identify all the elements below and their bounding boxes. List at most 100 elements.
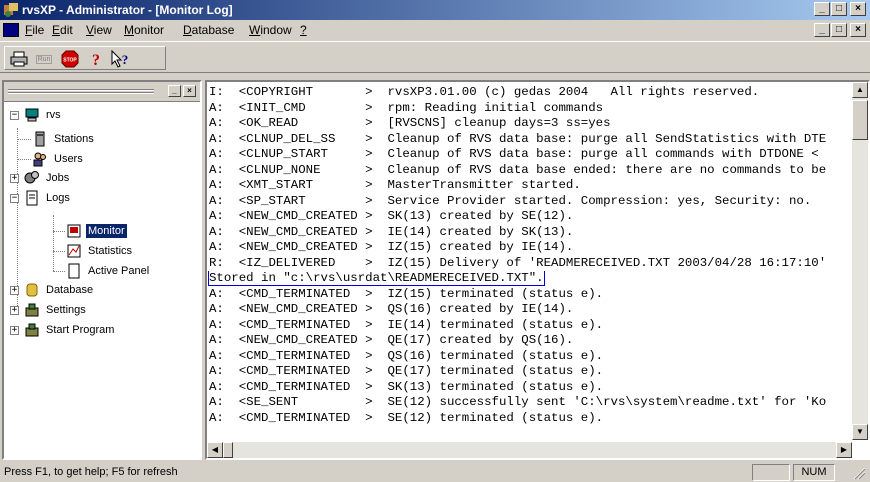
log-line[interactable]: A: <CLNUP_DEL_SS > Cleanup of RVS data b… xyxy=(207,132,852,148)
log-line-text: A: <NEW_CMD_CREATED > SK(13) created by … xyxy=(209,209,574,223)
log-line-text: I: <COPYRIGHT > rvsXP3.01.00 (c) gedas 2… xyxy=(209,85,760,99)
stations-icon xyxy=(35,131,45,147)
resize-grip[interactable] xyxy=(838,464,868,481)
menu-window[interactable]: Window xyxy=(249,23,292,37)
print-button[interactable] xyxy=(8,50,30,68)
horizontal-scrollbar[interactable]: ◀ ▶ xyxy=(207,442,852,458)
menu-edit[interactable]: Edit xyxy=(52,23,73,37)
log-line[interactable]: A: <XMT_START > MasterTransmitter starte… xyxy=(207,178,852,194)
log-line[interactable]: A: <CMD_TERMINATED > IZ(15) terminated (… xyxy=(207,287,852,303)
context-help-icon: ? xyxy=(111,50,128,68)
log-line[interactable]: A: <CMD_TERMINATED > QE(17) terminated (… xyxy=(207,364,852,380)
pane-minimize-button[interactable]: _ xyxy=(168,85,181,97)
tree-node-start-program[interactable]: Start Program xyxy=(24,321,116,339)
rvsxp-app-icon[interactable] xyxy=(3,2,19,18)
log-line[interactable]: A: <NEW_CMD_CREATED > IZ(15) created by … xyxy=(207,240,852,256)
vertical-scroll-thumb[interactable] xyxy=(852,100,868,140)
mdi-minimize-button[interactable]: _ xyxy=(814,23,830,37)
tree-label: Active Panel xyxy=(88,265,150,277)
status-panel-empty xyxy=(752,464,790,481)
log-line[interactable]: A: <NEW_CMD_CREATED > QS(16) created by … xyxy=(207,302,852,318)
menu-view[interactable]: View xyxy=(86,23,112,37)
log-line[interactable]: I: <COPYRIGHT > rvsXP3.01.00 (c) gedas 2… xyxy=(207,85,852,101)
log-line[interactable]: A: <CMD_TERMINATED > QS(16) terminated (… xyxy=(207,349,852,365)
svg-text:STOP: STOP xyxy=(63,58,77,64)
tree-node-stations[interactable]: Stations xyxy=(32,130,96,148)
tree-node-rvs[interactable]: rvs xyxy=(24,106,63,124)
expander-logs[interactable]: − xyxy=(10,194,19,203)
tree-connector xyxy=(17,139,31,140)
tree-node-statistics[interactable]: Statistics xyxy=(66,242,134,260)
log-line[interactable]: A: <INIT_CMD > rpm: Reading initial comm… xyxy=(207,101,852,117)
expander-database[interactable]: + xyxy=(10,286,19,295)
log-line[interactable]: A: <NEW_CMD_CREATED > SK(13) created by … xyxy=(207,209,852,225)
log-line-text: A: <NEW_CMD_CREATED > IE(14) created by … xyxy=(209,224,574,239)
scroll-left-button[interactable]: ◀ xyxy=(207,442,223,458)
users-icon xyxy=(33,152,46,167)
log-line-text: A: <INIT_CMD > rpm: Reading initial comm… xyxy=(209,100,604,115)
mdi-restore-button[interactable]: □ xyxy=(831,23,847,37)
tree-label: Database xyxy=(46,284,94,296)
tree-label: Statistics xyxy=(88,245,133,257)
scroll-up-button[interactable]: ▲ xyxy=(852,82,868,98)
context-help-button[interactable]: ? xyxy=(109,50,131,68)
log-line[interactable]: R: <IZ_DELIVERED > IZ(15) Delivery of 'R… xyxy=(207,256,852,272)
log-line[interactable]: A: <OK_READ > [RVSCNS] cleanup days=3 ss… xyxy=(207,116,852,132)
statistics-icon xyxy=(67,244,81,258)
tree-label: Start Program xyxy=(46,324,115,336)
tree-connector xyxy=(53,231,65,232)
tree-node-active-panel[interactable]: Active Panel xyxy=(66,262,151,280)
tree-connector xyxy=(17,128,18,310)
navigation-tree-pane: _ × − rvs Stations Users + Jobs − Logs M… xyxy=(2,80,202,460)
run-button[interactable]: Run xyxy=(33,50,55,68)
log-line[interactable]: A: <SE_SENT > SE(12) successfully sent '… xyxy=(207,395,852,411)
expander-jobs[interactable]: + xyxy=(10,174,19,183)
log-line[interactable]: A: <CLNUP_START > Cleanup of RVS data ba… xyxy=(207,147,852,163)
tree-node-database[interactable]: Database xyxy=(24,281,95,299)
log-line[interactable]: A: <CMD_TERMINATED > SK(13) terminated (… xyxy=(207,380,852,396)
mdi-system-menu-icon[interactable] xyxy=(3,23,19,37)
pane-close-button[interactable]: × xyxy=(183,85,196,97)
help-button[interactable]: ? xyxy=(85,50,107,68)
menu-file[interactable]: File xyxy=(25,23,44,37)
pane-grip[interactable] xyxy=(8,89,154,91)
expander-settings[interactable]: + xyxy=(10,306,19,315)
expander-rvs[interactable]: − xyxy=(10,111,19,120)
log-line-highlighted[interactable]: Stored in "c:\rvs\usrdat\READMERECEIVED.… xyxy=(207,271,852,287)
log-line[interactable]: A: <SP_START > Service Provider started.… xyxy=(207,194,852,210)
menu-help[interactable]: ? xyxy=(300,23,307,37)
close-button[interactable]: × xyxy=(850,2,866,16)
vertical-scrollbar[interactable]: ▲ ▼ xyxy=(852,82,868,440)
printer-icon xyxy=(10,51,28,67)
horizontal-scroll-thumb[interactable] xyxy=(223,442,233,458)
toolbar: Run STOP ? ? xyxy=(0,41,870,73)
tree-node-users[interactable]: Users xyxy=(32,150,85,168)
log-lines: I: <COPYRIGHT > rvsXP3.01.00 (c) gedas 2… xyxy=(207,85,852,426)
tree-node-monitor[interactable]: Monitor xyxy=(66,222,127,240)
scroll-down-button[interactable]: ▼ xyxy=(852,424,868,440)
log-line-text: R: <IZ_DELIVERED > IZ(15) Delivery of 'R… xyxy=(209,255,827,270)
tree-node-jobs[interactable]: Jobs xyxy=(24,169,71,187)
stop-button[interactable]: STOP xyxy=(59,50,81,68)
log-line[interactable]: A: <CMD_TERMINATED > SE(12) terminated (… xyxy=(207,411,852,427)
maximize-button[interactable]: □ xyxy=(831,2,847,16)
menu-monitor[interactable]: Monitor xyxy=(124,23,164,37)
log-line-text: A: <SP_START > Service Provider started.… xyxy=(209,193,812,208)
log-line-text: A: <CMD_TERMINATED > QE(17) terminated (… xyxy=(209,364,604,378)
tree-node-logs[interactable]: Logs xyxy=(24,189,72,207)
tree-node-settings[interactable]: Settings xyxy=(24,301,88,319)
log-line[interactable]: A: <NEW_CMD_CREATED > QE(17) created by … xyxy=(207,333,852,349)
log-line[interactable]: A: <CLNUP_NONE > Cleanup of RVS data bas… xyxy=(207,163,852,179)
log-line[interactable]: A: <CMD_TERMINATED > IE(14) terminated (… xyxy=(207,318,852,334)
minimize-button[interactable]: _ xyxy=(814,2,830,16)
tree-view[interactable]: − rvs Stations Users + Jobs − Logs Monit… xyxy=(4,103,200,458)
pane-grip-line xyxy=(8,92,154,94)
scroll-right-button[interactable]: ▶ xyxy=(836,442,852,458)
log-line[interactable]: A: <NEW_CMD_CREATED > IE(14) created by … xyxy=(207,225,852,241)
menu-database[interactable]: Database xyxy=(183,23,234,37)
mdi-close-button[interactable]: × xyxy=(850,23,866,37)
monitor-log-pane[interactable]: I: <COPYRIGHT > rvsXP3.01.00 (c) gedas 2… xyxy=(205,80,870,460)
menu-bar: File Edit View Monitor Database Window ?… xyxy=(0,20,870,40)
status-help-text: Press F1, to get help; F5 for refresh xyxy=(4,466,178,478)
expander-start-program[interactable]: + xyxy=(10,326,19,335)
